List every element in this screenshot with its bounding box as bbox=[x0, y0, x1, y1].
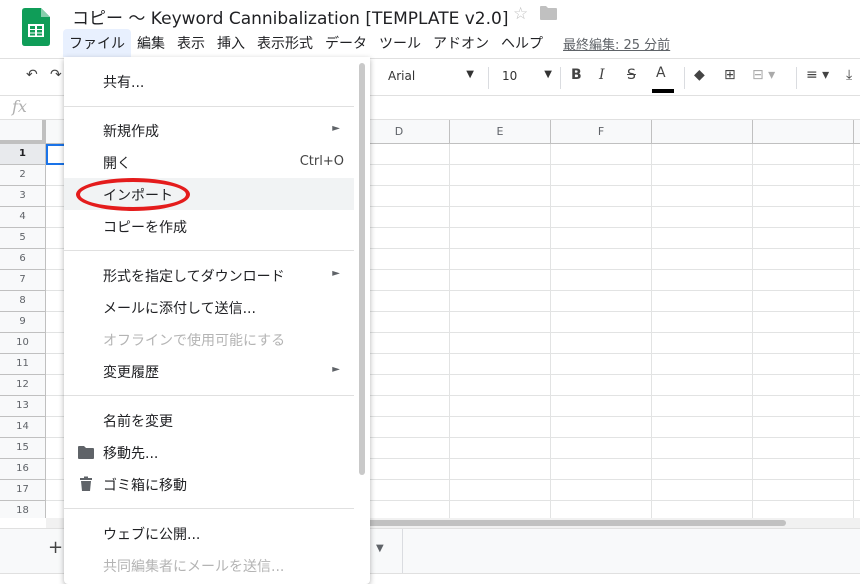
row-header[interactable]: 11 bbox=[0, 354, 45, 375]
scrollbar-thumb[interactable] bbox=[366, 520, 786, 526]
menu-item-rename[interactable]: 名前を変更 bbox=[64, 404, 354, 436]
font-size-select[interactable]: 10 ▼ bbox=[502, 69, 552, 83]
align-left-icon[interactable]: ≡ ▾ bbox=[806, 67, 829, 83]
menu-item-email-attachment[interactable]: メールに添付して送信... bbox=[64, 291, 354, 323]
strikethrough-button[interactable]: S bbox=[627, 67, 636, 83]
document-title[interactable]: コピー 〜 Keyword Cannibalization [TEMPLATE … bbox=[72, 4, 508, 29]
menu-item-share[interactable]: 共有... bbox=[64, 65, 354, 97]
menu-view[interactable]: 表示 bbox=[171, 29, 211, 57]
menu-item-offline: オフラインで使用可能にする bbox=[64, 323, 354, 355]
bold-button[interactable]: B bbox=[571, 67, 582, 83]
row-header[interactable]: 18 bbox=[0, 501, 45, 518]
row-header[interactable]: 8 bbox=[0, 291, 45, 312]
row-header[interactable]: 16 bbox=[0, 459, 45, 480]
font-family-value: Arial bbox=[388, 69, 416, 83]
submenu-arrow-icon: ► bbox=[332, 123, 340, 134]
row-header[interactable]: 5 bbox=[0, 228, 45, 249]
folder-icon bbox=[78, 446, 94, 459]
row-header[interactable]: 7 bbox=[0, 270, 45, 291]
menu-item-move[interactable]: 移動先... bbox=[64, 436, 354, 468]
menu-item-label: 共有... bbox=[103, 75, 145, 91]
sheets-logo-icon[interactable] bbox=[22, 8, 50, 46]
column-header[interactable] bbox=[753, 120, 854, 144]
vertical-align-icon[interactable]: ⤓ bbox=[846, 67, 852, 83]
menu-item-label: ウェブに公開... bbox=[103, 527, 201, 543]
star-icon[interactable]: ☆ bbox=[513, 4, 528, 24]
row-header[interactable]: 14 bbox=[0, 417, 45, 438]
menu-item-email-collaborators[interactable]: 共同編集者にメールを送信... bbox=[64, 549, 354, 581]
sheet-menu-chevron-icon[interactable]: ▼ bbox=[376, 543, 384, 554]
column-header-e[interactable]: E bbox=[450, 120, 551, 144]
menu-item-label: コピーを作成 bbox=[103, 220, 187, 236]
row-header[interactable]: 9 bbox=[0, 312, 45, 333]
borders-icon[interactable]: ⊞ bbox=[724, 67, 736, 83]
row-header[interactable]: 15 bbox=[0, 438, 45, 459]
row-header[interactable]: 12 bbox=[0, 375, 45, 396]
row-header[interactable]: 4 bbox=[0, 207, 45, 228]
menu-item-make-copy[interactable]: コピーを作成 bbox=[64, 210, 354, 242]
row-header[interactable]: 2 bbox=[0, 165, 45, 186]
menu-item-publish[interactable]: ウェブに公開... bbox=[64, 517, 354, 549]
menu-item-shortcut: Ctrl+O bbox=[299, 154, 344, 169]
menu-item-new[interactable]: 新規作成 ► bbox=[64, 114, 354, 146]
menu-item-label: 新規作成 bbox=[103, 124, 159, 140]
file-menu-dropdown: 共有... 新規作成 ► 開く Ctrl+O インポート コピーを作成 形式を指… bbox=[64, 57, 370, 584]
menu-item-version-history[interactable]: 変更履歴 ► bbox=[64, 355, 354, 387]
menu-addons[interactable]: アドオン bbox=[427, 29, 495, 57]
row-header[interactable]: 10 bbox=[0, 333, 45, 354]
italic-button[interactable]: I bbox=[599, 67, 605, 83]
menu-item-label: 形式を指定してダウンロード bbox=[103, 269, 285, 285]
menu-scrollbar[interactable] bbox=[359, 63, 365, 475]
menu-item-open[interactable]: 開く Ctrl+O bbox=[64, 146, 354, 178]
menu-item-label: 変更履歴 bbox=[103, 365, 159, 381]
menu-edit[interactable]: 編集 bbox=[131, 29, 171, 57]
submenu-arrow-icon: ► bbox=[332, 364, 340, 375]
menu-item-download[interactable]: 形式を指定してダウンロード ► bbox=[64, 259, 354, 291]
submenu-arrow-icon: ► bbox=[332, 268, 340, 279]
font-size-value: 10 bbox=[502, 69, 518, 83]
text-color-button[interactable]: A bbox=[656, 65, 666, 81]
menu-format[interactable]: 表示形式 bbox=[251, 29, 319, 57]
row-header[interactable]: 13 bbox=[0, 396, 45, 417]
row-header[interactable]: 17 bbox=[0, 480, 45, 501]
trash-icon bbox=[80, 476, 92, 491]
undo-icon[interactable]: ↶ bbox=[26, 67, 38, 83]
menu-item-label: 開く bbox=[103, 156, 131, 172]
menu-item-trash[interactable]: ゴミ箱に移動 bbox=[64, 468, 354, 500]
last-edit-link[interactable]: 最終編集: 25 分前 bbox=[563, 34, 670, 53]
text-color-swatch bbox=[652, 89, 674, 93]
menu-item-label: メールに添付して送信... bbox=[103, 301, 256, 317]
row-header[interactable]: 6 bbox=[0, 249, 45, 270]
chevron-down-icon: ▼ bbox=[544, 69, 552, 80]
row-headers: 1 2 3 4 5 6 7 8 9 10 11 12 13 14 15 16 1… bbox=[0, 144, 46, 518]
menu-item-label: オフラインで使用可能にする bbox=[103, 333, 286, 349]
menu-tools[interactable]: ツール bbox=[373, 29, 427, 57]
folder-icon[interactable] bbox=[540, 6, 557, 20]
menu-file[interactable]: ファイル bbox=[63, 29, 131, 57]
menu-bar: ファイル 編集 表示 挿入 表示形式 データ ツール アドオン ヘルプ 最終編集… bbox=[63, 29, 670, 57]
menu-data[interactable]: データ bbox=[319, 29, 373, 57]
menu-insert[interactable]: 挿入 bbox=[211, 29, 251, 57]
column-header[interactable] bbox=[652, 120, 753, 144]
menu-item-label: ゴミ箱に移動 bbox=[103, 478, 187, 494]
redo-icon[interactable]: ↷ bbox=[50, 67, 62, 83]
font-family-select[interactable]: Arial ▼ bbox=[388, 69, 478, 83]
select-all-corner[interactable] bbox=[0, 120, 46, 144]
fx-icon: fx bbox=[12, 97, 27, 116]
menu-item-label: 移動先... bbox=[103, 446, 159, 462]
chevron-down-icon: ▼ bbox=[466, 69, 474, 80]
highlight-annotation-oval bbox=[76, 178, 190, 211]
fill-color-icon[interactable]: ◆ bbox=[694, 67, 705, 83]
add-sheet-button[interactable]: + bbox=[48, 537, 63, 558]
column-header-f[interactable]: F bbox=[551, 120, 652, 144]
menu-help[interactable]: ヘルプ bbox=[495, 29, 549, 57]
merge-cells-icon[interactable]: ⊟ ▾ bbox=[752, 67, 775, 83]
row-header[interactable]: 3 bbox=[0, 186, 45, 207]
menu-item-label: 共同編集者にメールを送信... bbox=[103, 559, 285, 575]
row-header-1[interactable]: 1 bbox=[0, 144, 45, 165]
menu-item-label: 名前を変更 bbox=[103, 414, 173, 430]
